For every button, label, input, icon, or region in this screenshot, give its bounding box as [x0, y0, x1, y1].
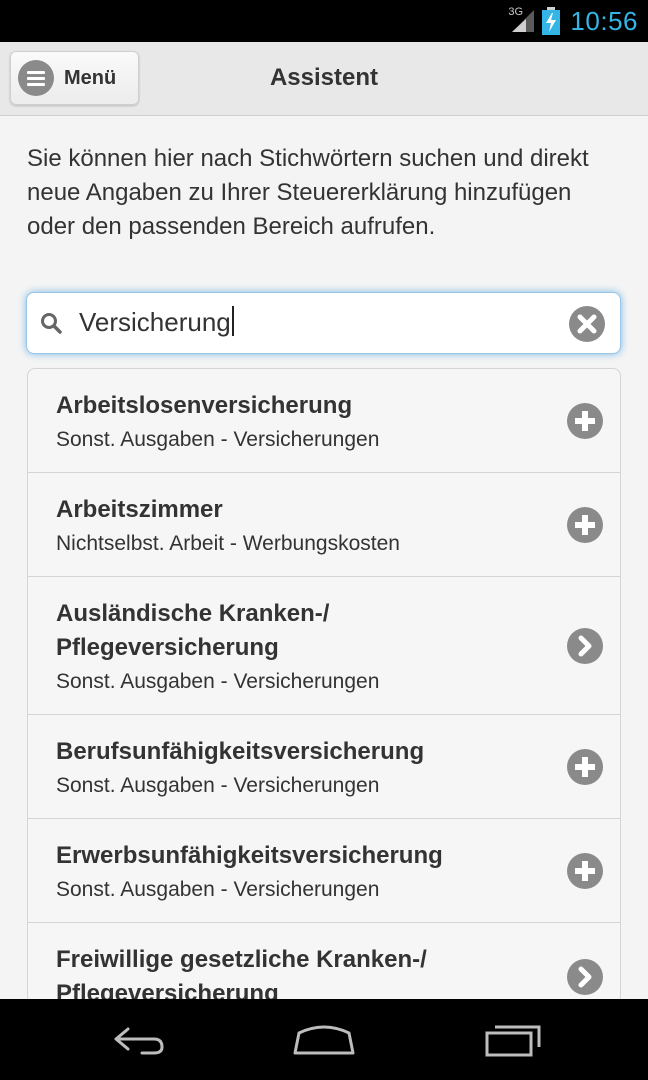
- navigation-bar: [0, 999, 648, 1080]
- search-icon: [41, 313, 62, 334]
- result-item[interactable]: Arbeitszimmer Nichtselbst. Arbeit - Werb…: [28, 473, 620, 577]
- result-title: Arbeitslosenversicherung: [56, 392, 353, 419]
- result-title: Ausländische Kranken-/ Pflegeversicherun…: [56, 600, 330, 661]
- intro-text: Sie können hier nach Stichwörtern suchen…: [27, 145, 589, 240]
- clear-search-icon[interactable]: [568, 305, 606, 343]
- header: Menü Assistent: [0, 42, 648, 116]
- result-title: Berufsunfähigkeitsversicherung: [56, 738, 425, 765]
- add-icon[interactable]: [566, 748, 604, 786]
- result-title: Arbeitszimmer: [56, 496, 223, 523]
- add-icon[interactable]: [566, 402, 604, 440]
- result-title: Freiwillige gesetzliche Kranken-/ Pflege…: [56, 946, 427, 999]
- back-icon[interactable]: [102, 1017, 172, 1061]
- signal-icon: 3G: [508, 6, 536, 34]
- chevron-right-icon[interactable]: [566, 958, 604, 996]
- result-subtitle: Nichtselbst. Arbeit - Werbungskosten: [56, 532, 400, 555]
- result-subtitle: Sonst. Ausgaben - Versicherungen: [56, 878, 380, 901]
- result-item[interactable]: Freiwillige gesetzliche Kranken-/ Pflege…: [28, 923, 620, 999]
- add-icon[interactable]: [566, 852, 604, 890]
- result-title: Erwerbsunfähigkeitsversicherung: [56, 842, 443, 869]
- result-subtitle: Sonst. Ausgaben - Versicherungen: [56, 428, 380, 451]
- result-item[interactable]: Berufsunfähigkeitsversicherung Sonst. Au…: [28, 715, 620, 819]
- result-item[interactable]: Erwerbsunfähigkeitsversicherung Sonst. A…: [28, 819, 620, 923]
- results-list: Arbeitslosenversicherung Sonst. Ausgaben…: [27, 368, 621, 999]
- app-content: Menü Assistent Sie können hier nach Stic…: [0, 42, 648, 999]
- text-cursor: [231, 306, 234, 336]
- result-subtitle: Sonst. Ausgaben - Versicherungen: [56, 670, 380, 693]
- network-type: 3G: [508, 6, 524, 18]
- battery-charging-icon: [542, 7, 561, 35]
- status-bar: 3G 10:56: [0, 0, 648, 42]
- home-icon[interactable]: [289, 1017, 359, 1061]
- chevron-right-icon[interactable]: [566, 627, 604, 665]
- search-box[interactable]: Versicherung: [26, 292, 621, 354]
- recent-apps-icon[interactable]: [479, 1017, 549, 1061]
- search-input[interactable]: Versicherung: [79, 306, 234, 338]
- result-item[interactable]: Ausländische Kranken-/ Pflegeversicherun…: [28, 577, 620, 715]
- page-title: Assistent: [269, 64, 379, 91]
- result-item[interactable]: Arbeitslosenversicherung Sonst. Ausgaben…: [28, 369, 620, 473]
- clock: 10:56: [570, 5, 638, 36]
- result-subtitle: Sonst. Ausgaben - Versicherungen: [56, 774, 380, 797]
- add-icon[interactable]: [566, 506, 604, 544]
- search-input-value: Versicherung: [79, 307, 231, 337]
